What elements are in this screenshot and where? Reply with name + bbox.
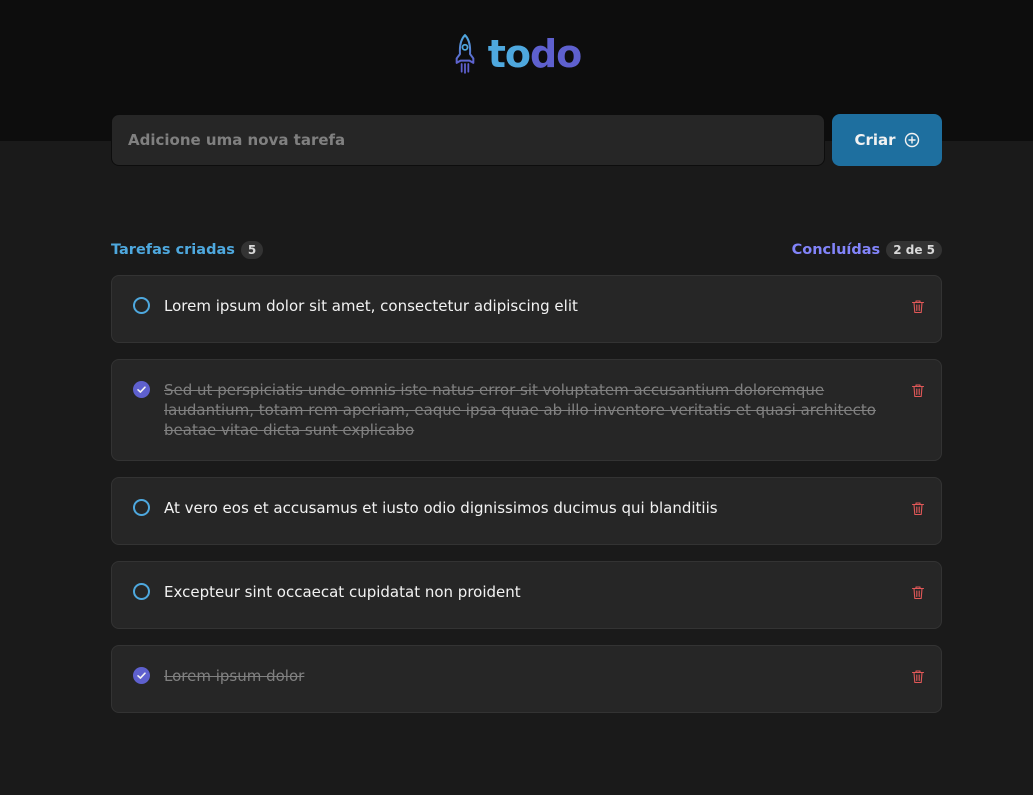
rocket-icon [455, 34, 475, 74]
logo-text-do: do [529, 32, 582, 76]
done-label: Concluídas [791, 242, 881, 258]
task-counters: Tarefas criadas 5 Concluídas 2 de 5 [111, 238, 942, 262]
task-checkbox[interactable] [133, 297, 150, 314]
trash-icon[interactable] [911, 383, 925, 398]
task-text: Sed ut perspiciatis unde omnis iste natu… [164, 381, 876, 439]
create-button[interactable]: Criar [832, 114, 942, 166]
task-item: Lorem ipsum dolor [111, 645, 942, 713]
task-checkbox[interactable] [133, 667, 150, 684]
created-counter: Tarefas criadas 5 [111, 241, 264, 259]
task-item: Lorem ipsum dolor sit amet, consectetur … [111, 275, 942, 343]
new-task-form: Criar [111, 114, 942, 166]
task-item: At vero eos et accusamus et iusto odio d… [111, 477, 942, 545]
task-checkbox[interactable] [133, 583, 150, 600]
check-icon [137, 672, 146, 679]
trash-icon[interactable] [911, 585, 925, 600]
logo-text-to: to [487, 32, 531, 76]
logo: todo [0, 34, 1033, 74]
created-count-badge: 5 [240, 241, 264, 259]
plus-circle-icon [904, 132, 919, 148]
create-button-label: Criar [854, 131, 896, 149]
trash-icon[interactable] [911, 669, 925, 684]
task-list: Lorem ipsum dolor sit amet, consectetur … [111, 275, 942, 713]
check-icon [137, 386, 146, 393]
logo-text: todo [487, 32, 583, 76]
task-item: Sed ut perspiciatis unde omnis iste natu… [111, 359, 942, 461]
trash-icon[interactable] [911, 501, 925, 516]
trash-icon[interactable] [911, 299, 925, 314]
task-text: Lorem ipsum dolor [164, 667, 305, 685]
new-task-input[interactable] [111, 114, 825, 166]
task-text: Lorem ipsum dolor sit amet, consectetur … [164, 297, 578, 315]
task-item: Excepteur sint occaecat cupidatat non pr… [111, 561, 942, 629]
created-label: Tarefas criadas [111, 242, 235, 258]
task-text: Excepteur sint occaecat cupidatat non pr… [164, 583, 521, 601]
task-checkbox[interactable] [133, 499, 150, 516]
done-counter: Concluídas 2 de 5 [792, 241, 942, 259]
task-text: At vero eos et accusamus et iusto odio d… [164, 499, 718, 517]
done-count-badge: 2 de 5 [886, 241, 942, 259]
task-checkbox[interactable] [133, 381, 150, 398]
